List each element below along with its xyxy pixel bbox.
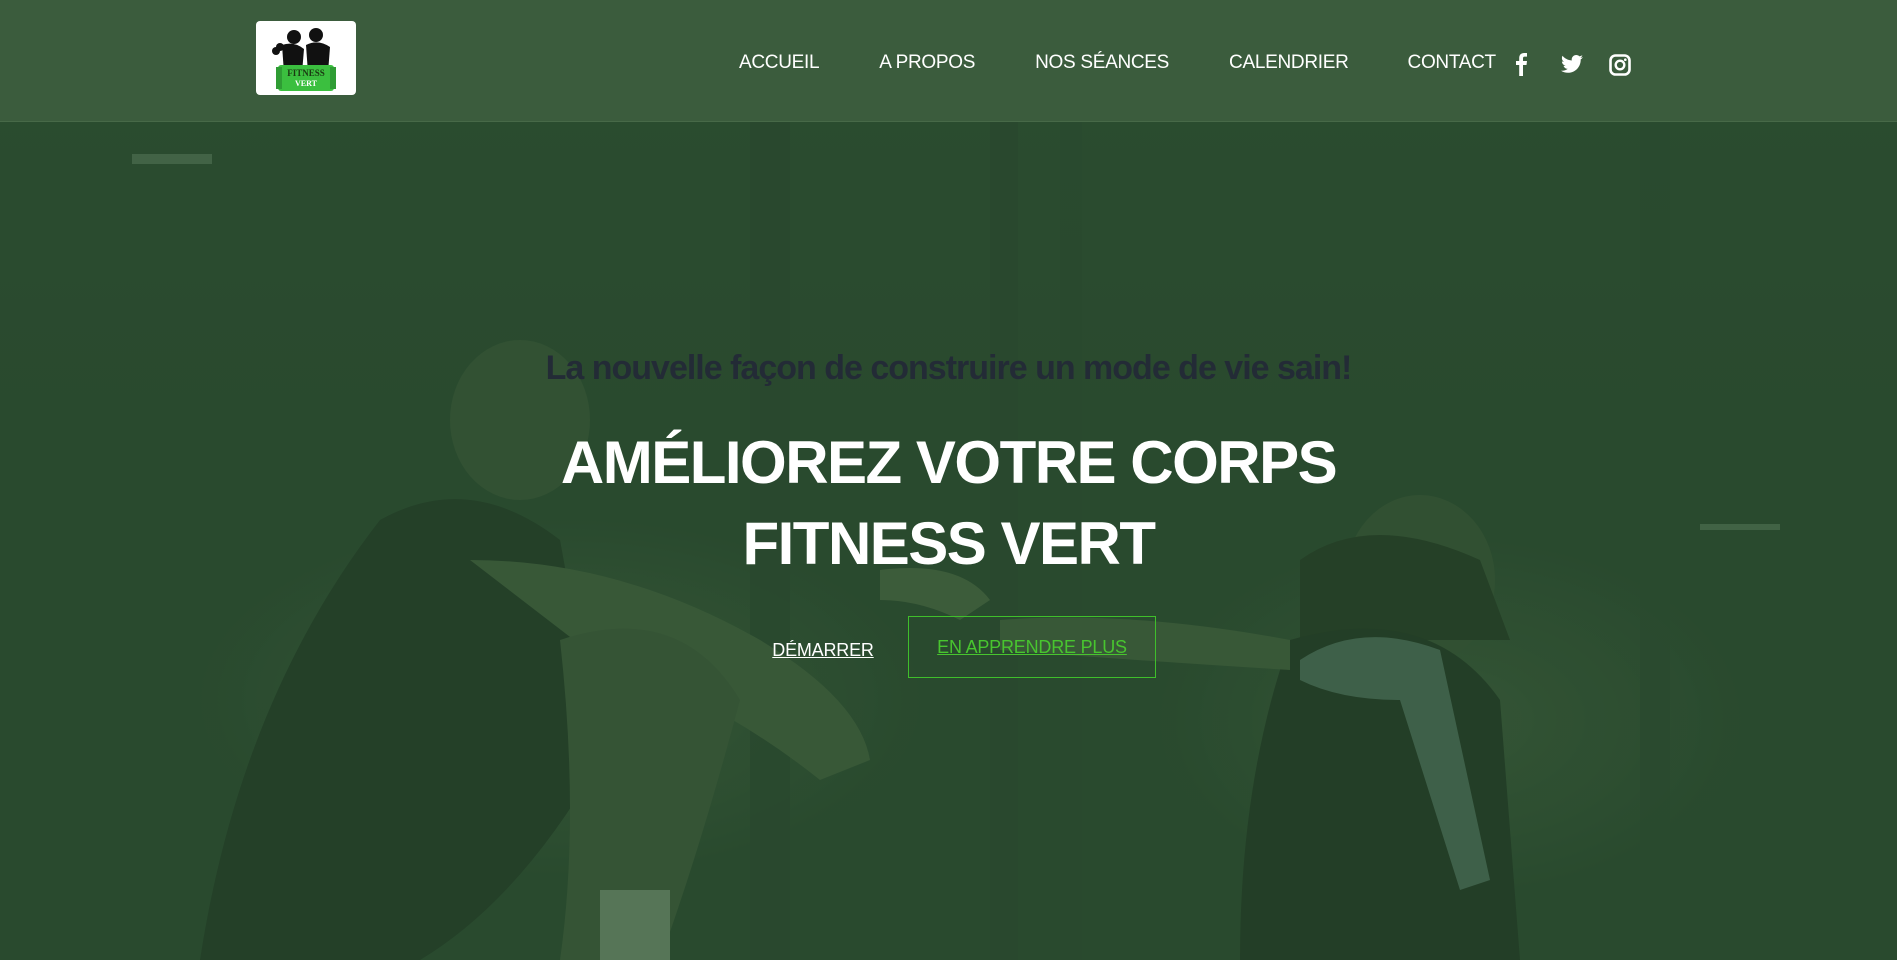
instagram-icon[interactable]	[1609, 52, 1631, 76]
learn-more-button[interactable]: EN APPRENDRE PLUS	[908, 616, 1156, 678]
hero-headline: AMÉLIOREZ VOTRE CORPS FITNESS VERT	[0, 422, 1897, 584]
nav-item-contact[interactable]: CONTACT	[1408, 51, 1497, 75]
hero-subtitle: La nouvelle façon de construire un mode …	[545, 349, 1353, 387]
hero-headline-line-2: FITNESS VERT	[742, 510, 1156, 577]
start-button[interactable]: DÉMARRER	[760, 632, 886, 668]
nav-item-a-propos[interactable]: A PROPOS	[879, 51, 975, 75]
nav-item-accueil[interactable]: ACCUEIL	[739, 51, 820, 75]
social-links	[1514, 52, 1631, 76]
main-nav: ACCUEIL A PROPOS NOS SÉANCES CALENDRIER …	[739, 51, 1496, 75]
nav-item-calendrier[interactable]: CALENDRIER	[1229, 51, 1349, 75]
logo-image: FITNESS VERT	[272, 28, 336, 91]
page: FITNESS VERT ACCUEIL A PROPOS NOS SÉANCE…	[0, 0, 1897, 960]
twitter-icon[interactable]	[1560, 52, 1584, 76]
facebook-icon[interactable]	[1514, 52, 1528, 76]
logo-text-bottom: VERT	[295, 79, 318, 88]
logo-text-top: FITNESS	[287, 68, 325, 78]
site-logo[interactable]: FITNESS VERT	[256, 21, 356, 95]
site-header: FITNESS VERT ACCUEIL A PROPOS NOS SÉANCE…	[0, 0, 1897, 122]
nav-item-nos-seances[interactable]: NOS SÉANCES	[1035, 51, 1169, 75]
hero-headline-line-1: AMÉLIOREZ VOTRE CORPS	[560, 429, 1338, 496]
